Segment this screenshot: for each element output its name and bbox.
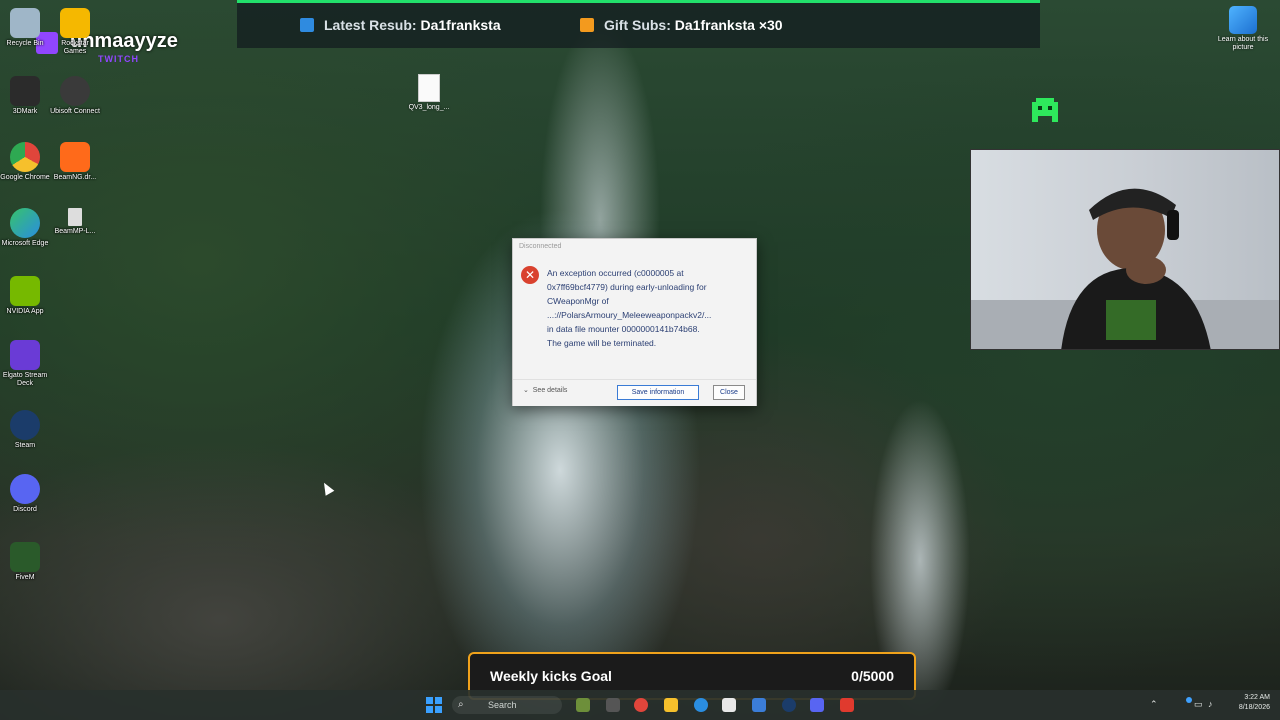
fivem-icon <box>10 542 40 572</box>
taskbar-app-icon[interactable] <box>752 698 766 712</box>
taskbar-clock[interactable]: 3:22 AM 8/18/2026 <box>1230 693 1270 713</box>
desktop-icon-edge[interactable]: Microsoft Edge <box>0 208 50 248</box>
gift-subs: Gift Subs: Da1franksta ×30 <box>580 17 783 33</box>
nvidia-icon <box>10 276 40 306</box>
error-dialog: Disconnected ✕ An exception occurred (c0… <box>512 238 757 406</box>
recycle-bin-icon <box>10 8 40 38</box>
picture-icon <box>1229 6 1257 34</box>
dialog-message: An exception occurred (c0000005 at 0x7ff… <box>547 268 712 348</box>
mouse-cursor-icon <box>319 480 335 496</box>
desktop-icon-recycle-bin[interactable]: Recycle Bin <box>0 8 50 48</box>
twitch-sub-label: TWITCH <box>98 54 139 64</box>
steam-taskbar-icon[interactable] <box>782 698 796 712</box>
see-details-toggle[interactable]: ⌄ See details <box>523 386 567 394</box>
desktop-file[interactable]: QV3_long_... <box>404 74 454 111</box>
desktop-icon-ubisoft[interactable]: Ubisoft Connect <box>50 76 100 116</box>
taskbar-app-icon[interactable] <box>606 698 620 712</box>
resub-label: Latest Resub: <box>324 17 417 33</box>
chevron-down-icon: ⌄ <box>523 387 529 394</box>
desktop-icon-nvidia[interactable]: NVIDIA App <box>0 276 50 316</box>
desktop-icon-3dmark[interactable]: 3DMark <box>0 76 50 116</box>
gift-icon <box>580 18 594 32</box>
learn-about-picture[interactable]: Learn about this picture <box>1214 6 1272 52</box>
file-icon <box>418 74 440 102</box>
taskbar: ⌕ Search ⌃ ▭ ♪ 3:22 AM 8/18/2026 <box>0 690 1280 720</box>
goal-count: 0/5000 <box>851 668 894 684</box>
desktop-icon-beamng[interactable]: BeamNG.dr... <box>50 142 100 182</box>
taskbar-search[interactable]: ⌕ Search <box>452 696 562 714</box>
search-icon: ⌕ <box>458 699 464 710</box>
chevron-up-icon[interactable]: ⌃ <box>1150 699 1158 710</box>
close-button[interactable]: Close <box>713 385 745 400</box>
desktop-icon-fivem[interactable]: FiveM <box>0 542 50 582</box>
gift-label: Gift Subs: <box>604 17 671 33</box>
windows-start-icon[interactable] <box>426 697 442 713</box>
3dmark-icon <box>10 76 40 106</box>
resub-icon <box>300 18 314 32</box>
chrome-taskbar-icon[interactable] <box>634 698 648 712</box>
taskbar-app-icon[interactable] <box>840 698 854 712</box>
stream-deck-icon <box>10 340 40 370</box>
webcam-overlay <box>970 149 1280 350</box>
stream-banner: Latest Resub: Da1franksta Gift Subs: Da1… <box>237 0 1040 48</box>
desktop-icon-streamdeck[interactable]: Elgato Stream Deck <box>0 340 50 388</box>
goal-label: Weekly kicks Goal <box>490 668 612 684</box>
gift-value: Da1franksta ×30 <box>674 17 783 33</box>
desktop-icon-beammp[interactable]: BeamMP-L... <box>50 208 100 236</box>
discord-icon <box>10 474 40 504</box>
dialog-title: Disconnected <box>519 243 562 250</box>
resub-name: Da1franksta <box>420 17 501 33</box>
volume-icon[interactable]: ♪ <box>1208 699 1213 709</box>
latest-resub: Latest Resub: Da1franksta <box>300 17 501 33</box>
error-icon: ✕ <box>521 266 539 284</box>
network-icon[interactable]: ▭ <box>1194 699 1203 710</box>
desktop-icon-rockstar[interactable]: Rockstar Games <box>50 8 100 56</box>
taskbar-app-icon[interactable] <box>576 698 590 712</box>
edge-icon <box>10 208 40 238</box>
alien-icon <box>1032 98 1058 122</box>
save-information-button[interactable]: Save information <box>617 385 699 400</box>
rockstar-icon <box>60 8 90 38</box>
beammp-icon <box>68 208 82 226</box>
edge-taskbar-icon[interactable] <box>694 698 708 712</box>
discord-taskbar-icon[interactable] <box>810 698 824 712</box>
store-taskbar-icon[interactable] <box>722 698 736 712</box>
chrome-icon <box>10 142 40 172</box>
desktop-icon-steam[interactable]: Steam <box>0 410 50 450</box>
steam-icon <box>10 410 40 440</box>
file-explorer-icon[interactable] <box>664 698 678 712</box>
desktop-icon-chrome[interactable]: Google Chrome <box>0 142 50 182</box>
streamer-silhouette <box>971 188 1279 349</box>
ubisoft-icon <box>60 76 90 106</box>
desktop-icon-discord[interactable]: Discord <box>0 474 50 514</box>
notification-dot-icon <box>1186 697 1192 703</box>
beamng-icon <box>60 142 90 172</box>
